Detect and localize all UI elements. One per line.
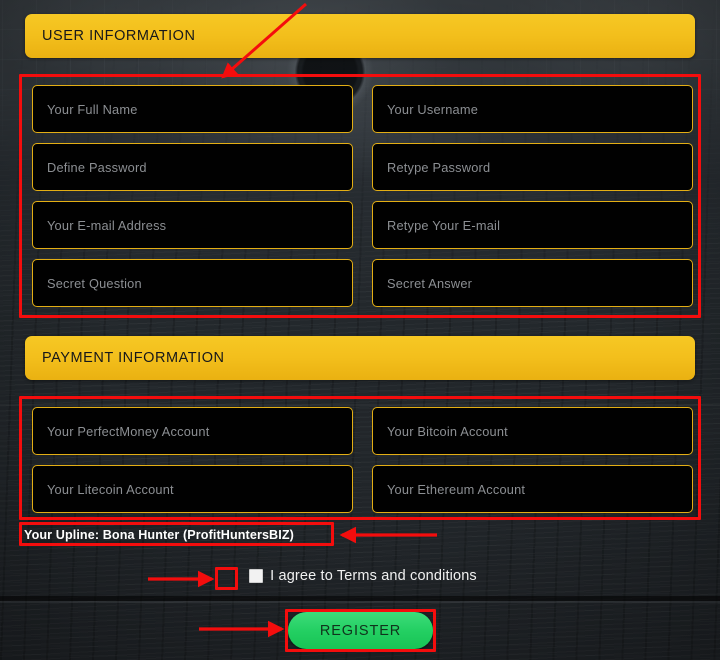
section-header-payment-information: PAYMENT INFORMATION xyxy=(25,336,695,380)
section-header-payment-information-label: PAYMENT INFORMATION xyxy=(42,350,225,366)
payment-information-field-grid: Your PerfectMoney Account Your Bitcoin A… xyxy=(32,407,694,513)
input-retype-email[interactable]: Retype Your E-mail xyxy=(372,201,693,249)
terms-checkbox-label[interactable]: I agree to Terms and conditions xyxy=(270,568,477,584)
terms-checkbox[interactable] xyxy=(249,569,264,583)
section-header-user-information: USER INFORMATION xyxy=(25,14,695,58)
input-define-password[interactable]: Define Password xyxy=(32,143,353,191)
input-username[interactable]: Your Username xyxy=(372,85,693,133)
form-content: USER INFORMATION Your Full Name Your Use… xyxy=(0,0,720,660)
input-bitcoin-account[interactable]: Your Bitcoin Account xyxy=(372,407,693,455)
section-header-user-information-label: USER INFORMATION xyxy=(42,28,196,44)
registration-page: USER INFORMATION Your Full Name Your Use… xyxy=(0,0,720,660)
input-litecoin-account[interactable]: Your Litecoin Account xyxy=(32,465,353,513)
register-button[interactable]: REGISTER xyxy=(288,612,433,649)
terms-agreement-row: I agree to Terms and conditions xyxy=(0,568,720,584)
input-full-name[interactable]: Your Full Name xyxy=(32,85,353,133)
input-secret-question[interactable]: Secret Question xyxy=(32,259,353,307)
input-ethereum-account[interactable]: Your Ethereum Account xyxy=(372,465,693,513)
user-information-field-grid: Your Full Name Your Username Define Pass… xyxy=(32,85,694,307)
input-secret-answer[interactable]: Secret Answer xyxy=(372,259,693,307)
input-perfectmoney-account[interactable]: Your PerfectMoney Account xyxy=(32,407,353,455)
input-retype-password[interactable]: Retype Password xyxy=(372,143,693,191)
upline-text: Your Upline: Bona Hunter (ProfitHuntersB… xyxy=(24,528,294,542)
input-email[interactable]: Your E-mail Address xyxy=(32,201,353,249)
